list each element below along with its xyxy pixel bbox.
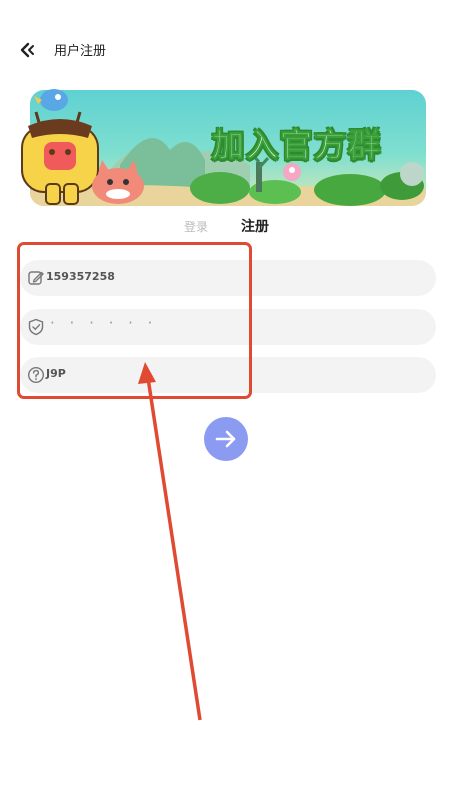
top-bar: 用户注册	[0, 30, 453, 70]
submit-button[interactable]	[204, 417, 248, 461]
tab-register[interactable]: 注册	[241, 216, 269, 236]
back-button[interactable]	[18, 40, 40, 60]
double-chevron-left-icon	[20, 42, 34, 58]
auth-tabs: 登录 注册	[0, 212, 453, 240]
banner-headline: 加入官方群	[211, 126, 383, 165]
join-group-banner[interactable]: 加入官方群	[18, 86, 430, 208]
arrow-right-icon	[215, 430, 236, 448]
tab-login[interactable]: 登录	[184, 218, 208, 235]
mascot-characters-illustration	[21, 89, 144, 205]
page-title: 用户注册	[54, 44, 107, 59]
annotation-highlight-box	[17, 242, 252, 399]
